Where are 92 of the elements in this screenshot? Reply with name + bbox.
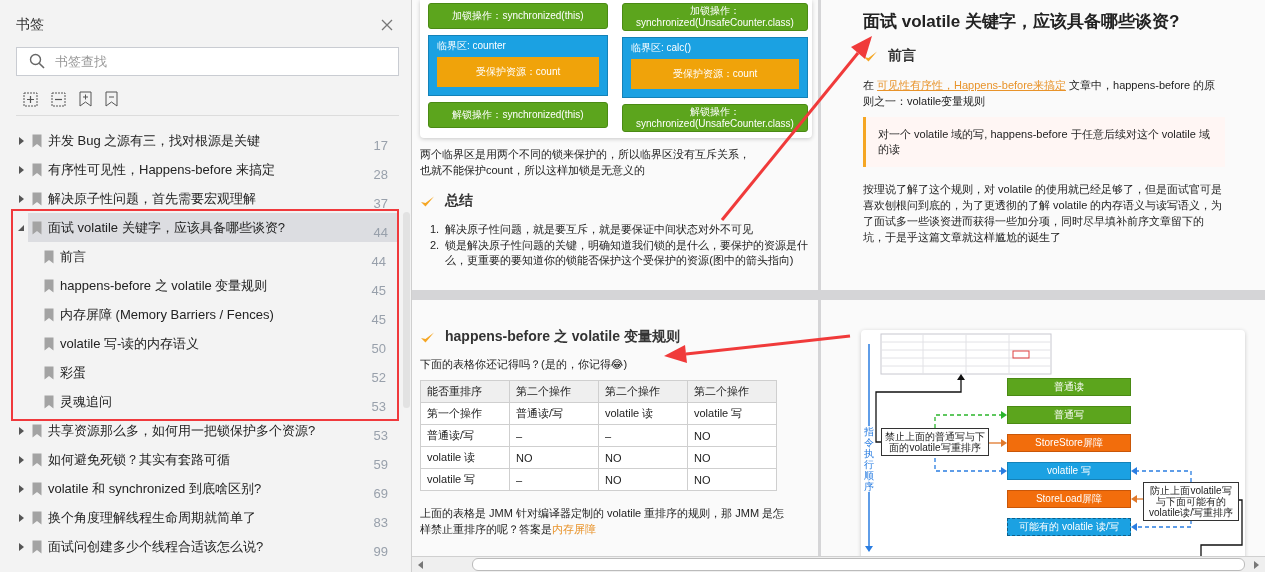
protected-resource: 受保护资源：count [631,59,799,89]
lock-step: 加锁操作：synchronized(this) [428,3,608,29]
table-header: 第二个操作 [509,380,599,403]
bookmark-icon [32,540,42,554]
bookmark-icon [44,279,54,293]
process-step: 普通写 [1007,406,1131,424]
table-header: 第二个操作 [598,380,688,403]
table-header: 第二个操作 [687,380,777,403]
bookmark-item[interactable]: volatile 写-读的内存语义 50 [40,329,395,358]
bookmark-item[interactable]: 共享资源那么多，如何用一把锁保护多个资源? 53 [28,416,397,445]
bookmark-icon [32,163,42,177]
section-heading: 前言 [888,47,916,65]
collapse-all-icon[interactable] [51,91,66,107]
bookmark-icon [44,308,54,322]
bookmark-item[interactable]: happens-before 之 volatile 变量规则 45 [40,271,395,300]
section-heading: 总结 [445,192,473,210]
bookmark-icon [32,221,42,235]
table-cell: volatile 写 [420,468,510,491]
dashed-connector-arrow [1131,467,1192,483]
connector-arrow [988,439,1007,447]
protected-resource: 受保护资源：count [437,57,599,87]
panel-title: 书签 [16,16,44,34]
bookmark-item[interactable]: 面试问创建多少个线程合适该怎么说? 99 [28,532,397,561]
expand-triangle-icon[interactable] [17,484,25,493]
bookmark-item[interactable]: volatile 和 synchronized 到底啥区别? 69 [28,474,397,503]
collapse-triangle-icon[interactable] [17,223,25,232]
paragraph: 下面的表格你还记得吗？(是的，你记得😂) [420,357,629,372]
bookmark-item[interactable]: 彩蛋 52 [40,358,395,387]
unlock-step: 解锁操作：synchronized(UnsafeCounter.class) [622,104,808,132]
bookmark-icon [32,134,42,148]
process-step: StoreLoad屏障 [1007,490,1131,508]
bookmark-item[interactable]: 换个角度理解线程生命周期就简单了 83 [28,503,397,532]
bookmark-icon [44,250,54,264]
bookmark-item[interactable]: 灵魂追问 53 [40,387,395,416]
table-cell: volatile 读 [420,446,510,469]
note-box: 防止上面volatile写与下面可能有的volatile读/写重排序 [1143,482,1239,521]
search-field[interactable]: 书签查找 [16,47,399,76]
expand-triangle-icon[interactable] [17,455,25,464]
bookmark-item[interactable]: 有序性可见性，Happens-before 来搞定 28 [28,155,397,184]
close-icon[interactable] [381,19,393,31]
section-label: 临界区: calc() [631,41,692,55]
add-bookmark-icon[interactable] [79,91,92,107]
table-header: 能否重排序 [420,380,510,403]
scroll-right-icon[interactable] [1253,560,1259,569]
connector-arrow [1131,495,1144,503]
expand-triangle-icon[interactable] [17,513,25,522]
bookmark-item[interactable]: 内存屏障 (Memory Barriers / Fences) 45 [40,300,395,329]
dashed-connector-arrow [1131,519,1192,531]
section-label: 临界区: counter [437,39,507,53]
bookmark-item[interactable]: 前言 44 [40,242,395,271]
scrollbar[interactable] [403,212,410,408]
bookmark-icon [32,192,42,206]
note-box: 禁止上面的普通写与下面的volatile写重排序 [881,428,989,456]
table-cell: 普通读/写 [420,424,510,447]
bookmark-icon [32,453,42,467]
lock-step: 加锁操作：synchronized(UnsafeCounter.class) [622,3,808,31]
expand-triangle-icon[interactable] [17,194,25,203]
scrollbar[interactable] [472,558,1245,571]
process-step: 可能有的 volatile 读/写 [1007,518,1131,536]
bookmark-icon [32,424,42,438]
expand-all-icon[interactable] [23,91,38,107]
bookmark-item[interactable]: 如何避免死锁？其实有套路可循 59 [28,445,397,474]
bookmark-item[interactable]: 面试 volatile 关键字，应该具备哪些谈资? 44 [28,213,397,242]
article-title: 面试 volatile 关键字，应该具备哪些谈资? [863,11,1181,33]
bookmark-icon [32,482,42,496]
bookmark-icon [32,511,42,525]
bookmark-icon [44,366,54,380]
axis-label: 指令执行顺序 [864,426,874,492]
expand-triangle-icon[interactable] [17,542,25,551]
remove-bookmark-icon[interactable] [105,91,118,107]
process-step: 普通读 [1007,378,1131,396]
process-step: volatile 写 [1007,462,1131,480]
expand-triangle-icon[interactable] [17,136,25,145]
paragraph: 在 可见性有序性，Happens-before来搞定 文章中，happens-before 的原则之一：volatile变量规则 [863,78,1217,109]
section-heading: happens-before 之 volatile 变量规则 [445,328,680,346]
unlock-step: 解锁操作：synchronized(this) [428,102,608,128]
bookmark-item[interactable]: 并发 Bug 之源有三，找对根源是关键 17 [28,126,397,155]
expand-triangle-icon[interactable] [17,165,25,174]
table-cell: 第一个操作 [420,402,510,425]
blockquote: 对一个 volatile 域的写, happens-before 于任意后续对这个 volatile 域的读 [863,117,1225,167]
scroll-left-icon[interactable] [418,560,424,569]
bookmark-icon [44,395,54,409]
list-item: 1. 解决原子性问题，就是要互斥，就是要保证中间状态对外不可见 [430,222,755,237]
process-step: StoreStore屏障 [1007,434,1131,452]
paragraph: 两个临界区是用两个不同的锁来保护的，所以临界区没有互斥关系，也就不能保护count，所以这样加锁是无意义的 [420,147,751,178]
paragraph: 按理说了解了这个规则，对 volatile 的使用就已经足够了，但是面试官可是喜欢刨根问到底的，为了更透彻的了解 volatile 的内存语义与读写语义，为了面试多一些谈资进而获得一些加分项，同时尽早填补前序文章留下的坑，于是乎这篇文章就这样尴尬的诞生了 [863,182,1224,245]
expand-triangle-icon[interactable] [17,426,25,435]
bookmark-icon [44,337,54,351]
search-icon [29,53,45,69]
paragraph: 上面的表格是 JMM 针对编译器定制的 volatile 重排序的规则，那 JMM 是怎样禁止重排序的呢？答案是内存屏障 [420,506,786,537]
bookmark-item[interactable]: 解决原子性问题，首先需要宏观理解 37 [28,184,397,213]
list-item: 2. 锁是解决原子性问题的关键，明确知道我们锁的是什么，要保护的资源是什么，更重要的要知道你的锁能否保护这个受保护的资源(图中的箭头指向) [430,238,810,268]
